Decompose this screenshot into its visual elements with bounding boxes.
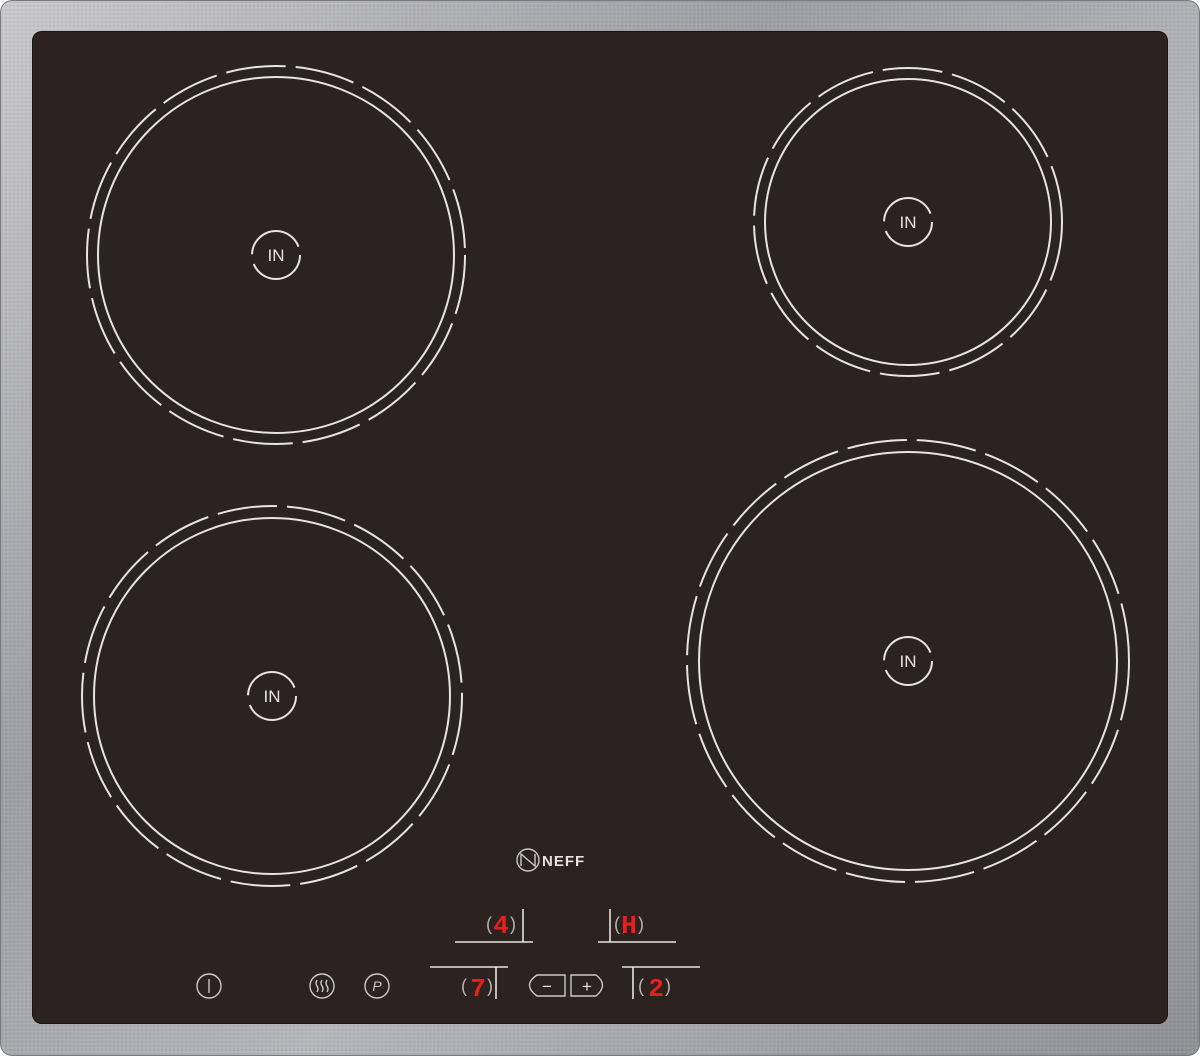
svg-text:): ) [487, 976, 493, 996]
brand-name: NEFF [542, 853, 585, 870]
power-level-digit: H [621, 911, 637, 941]
minus-button[interactable]: − [528, 974, 566, 997]
zone-label: IN [900, 213, 917, 232]
power-button[interactable] [196, 973, 222, 999]
svg-text:+: + [582, 977, 592, 996]
display-front-right: ( 2 ) [622, 966, 700, 1004]
power-level-digit: 7 [470, 974, 486, 1004]
zone-label: IN [268, 246, 285, 265]
svg-text:P: P [372, 978, 382, 994]
svg-text:(: ( [638, 976, 644, 996]
cooking-zone-rear-left[interactable]: IN [86, 65, 466, 445]
svg-text:(: ( [614, 914, 620, 934]
cooking-zone-rear-right[interactable]: IN [753, 67, 1063, 377]
power-level-digit: 2 [648, 974, 664, 1004]
powerboost-button[interactable]: P [364, 973, 390, 999]
plus-button[interactable]: + [570, 974, 604, 997]
cooking-zone-front-right[interactable]: IN [686, 439, 1130, 883]
svg-text:): ) [665, 976, 671, 996]
svg-text:): ) [510, 914, 516, 934]
hob-surface: IN IN IN IN NEFF ( 4 ) ( H ) (7) (2)… [81, 65, 1130, 1004]
svg-text:): ) [638, 914, 644, 934]
zone-label: IN [264, 687, 281, 706]
cooking-zone-front-left[interactable]: IN [81, 505, 463, 887]
zone-label: IN [900, 652, 917, 671]
brand-logo: NEFF [516, 848, 585, 872]
display-rear-right: ( H ) [598, 909, 676, 943]
svg-text:(: ( [486, 914, 492, 934]
power-level-digit: 4 [493, 911, 509, 941]
svg-text:−: − [542, 977, 552, 996]
keep-warm-button[interactable] [309, 973, 335, 999]
svg-text:(: ( [461, 976, 467, 996]
display-rear-left: ( 4 ) [455, 909, 533, 943]
display-front-left: ( 7 ) [430, 966, 508, 1004]
